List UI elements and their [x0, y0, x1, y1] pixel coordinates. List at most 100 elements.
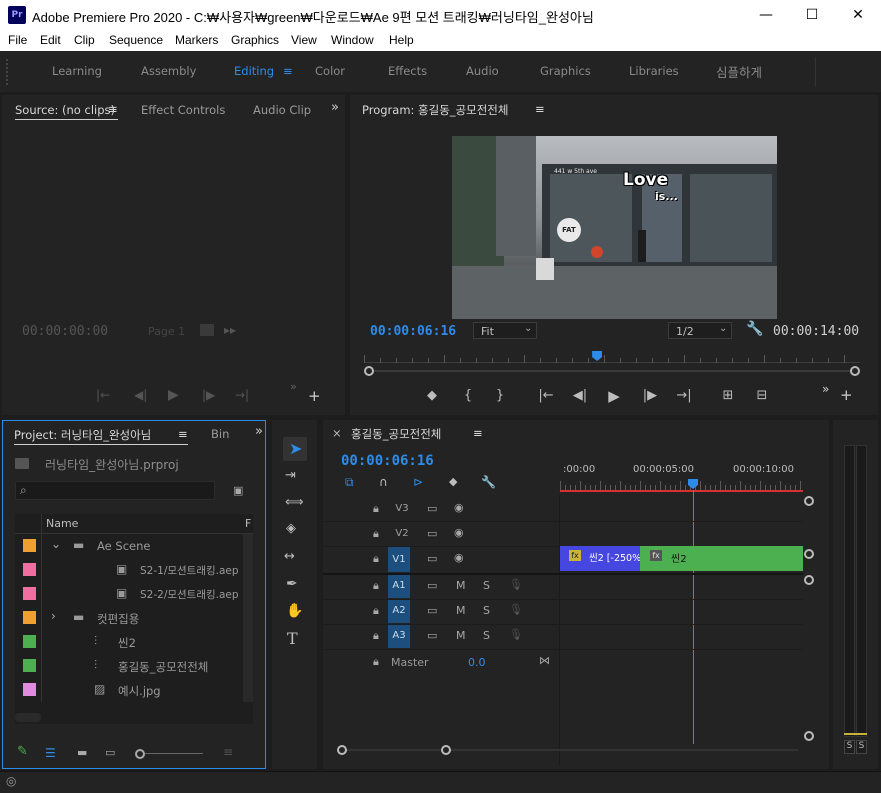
step-forward-icon[interactable]: |▶	[202, 388, 215, 402]
pen-tool-icon[interactable]: ✒	[286, 576, 298, 592]
mute-button[interactable]: M	[456, 579, 466, 592]
menu-help[interactable]: Help	[389, 33, 414, 47]
program-tab-menu-icon[interactable]: ≡	[535, 102, 545, 116]
tab-effect-controls[interactable]: Effect Controls	[141, 103, 225, 117]
step-back-icon[interactable]: ◀|	[570, 388, 590, 403]
add-marker-icon[interactable]: ◆	[422, 388, 442, 403]
hscroll-handle-left[interactable]	[337, 745, 347, 755]
track-label-v3[interactable]: V3	[391, 498, 413, 520]
label-color-swatch[interactable]	[23, 587, 36, 600]
lock-icon[interactable]: 🔒︎	[373, 579, 379, 593]
creative-cloud-icon[interactable]: ◎	[6, 774, 16, 788]
track-label-v2[interactable]: V2	[391, 523, 413, 545]
film-icon[interactable]: ▭	[427, 579, 437, 592]
source-overflow-button[interactable]: »	[290, 380, 297, 393]
project-item[interactable]: ▨ 예시.jpg	[17, 678, 253, 702]
page-stepper[interactable]	[200, 324, 214, 336]
program-time-ruler[interactable]	[364, 353, 860, 363]
project-search-input[interactable]: ⌕	[15, 481, 215, 500]
snap-icon[interactable]: ∩	[379, 475, 388, 489]
workspace-effects[interactable]: Effects	[388, 64, 427, 78]
film-icon[interactable]: ▭	[427, 502, 437, 515]
new-search-bin-icon[interactable]: ▣	[233, 484, 243, 497]
close-button[interactable]: ✕	[835, 0, 881, 30]
drag-grip[interactable]	[6, 59, 8, 85]
lock-icon[interactable]: 🔒︎	[373, 527, 379, 541]
track-target-v1[interactable]: V1	[388, 547, 410, 572]
project-item[interactable]: ⌄ ▬ Ae Scene	[17, 534, 253, 558]
program-current-timecode[interactable]: 00:00:06:16	[370, 324, 456, 339]
tab-bin[interactable]: Bin	[211, 427, 229, 441]
solo-button[interactable]: S	[483, 604, 490, 617]
film-icon[interactable]: ▭	[427, 629, 437, 642]
label-color-swatch[interactable]	[23, 563, 36, 576]
column-f[interactable]: F	[245, 517, 251, 530]
fit-dropdown[interactable]: Fit ⌄	[473, 322, 537, 339]
slip-tool-icon[interactable]: ↔	[284, 549, 295, 564]
label-color-swatch[interactable]	[23, 659, 36, 672]
label-color-swatch[interactable]	[23, 611, 36, 624]
film-icon[interactable]: ▭	[427, 552, 437, 565]
razor-tool-icon[interactable]: ◈	[286, 521, 296, 536]
track-target-a1[interactable]: A1	[388, 574, 410, 598]
workspace-audio[interactable]: Audio	[466, 64, 499, 78]
project-item[interactable]: ▣ S2-1/모션트래킹.aep	[17, 558, 253, 582]
type-tool-icon[interactable]: T	[287, 629, 298, 648]
ripple-edit-tool-icon[interactable]: ⟺	[285, 495, 304, 510]
workspace-learning[interactable]: Learning	[52, 64, 102, 78]
vscroll-handle-mid[interactable]	[804, 549, 814, 559]
eye-icon[interactable]: ◉	[454, 501, 464, 514]
tab-audio-clip[interactable]: Audio Clip	[253, 103, 311, 117]
freeform-view-icon[interactable]: ▭	[105, 746, 115, 759]
track-target-a2[interactable]: A2	[388, 599, 410, 623]
menu-view[interactable]: View	[291, 33, 317, 47]
resolution-dropdown[interactable]: 1/2 ⌄	[668, 322, 732, 339]
lock-icon[interactable]: 🔒︎	[373, 502, 379, 516]
tab-source[interactable]: Source: (no clips)	[15, 103, 115, 117]
add-marker-icon[interactable]: ◆	[449, 475, 457, 488]
workspace-custom[interactable]: 심플하게	[716, 62, 762, 81]
panel-overflow-icon[interactable]: »	[331, 100, 339, 115]
timeline-settings-wrench-icon[interactable]: 🔧	[481, 475, 496, 489]
mute-button[interactable]: M	[456, 604, 466, 617]
icon-view-icon[interactable]: ▬	[77, 746, 87, 759]
project-overflow-icon[interactable]: »	[255, 424, 263, 439]
column-name[interactable]: Name	[46, 517, 78, 530]
zoom-slider-handle[interactable]	[135, 749, 145, 759]
mic-icon[interactable]: 🎙︎	[509, 578, 523, 591]
hand-tool-icon[interactable]: ✋	[286, 603, 303, 619]
video-frame[interactable]: 441 w 5th ave FAT Love is...	[452, 136, 777, 319]
clip-v1-scene2[interactable]: fx 씬2	[640, 546, 803, 571]
menu-file[interactable]: File	[8, 33, 27, 47]
workspace-menu-icon[interactable]: ≡	[283, 64, 293, 78]
minimize-button[interactable]: —	[743, 0, 789, 30]
vscroll-handle-bottom[interactable]	[804, 731, 814, 741]
project-item[interactable]: ⫶ 홍길동_공모전전체	[17, 654, 253, 678]
mute-button[interactable]: M	[456, 629, 466, 642]
bowtie-icon[interactable]: ⋈	[539, 654, 550, 667]
play-icon[interactable]: ▶	[604, 387, 624, 405]
nest-sequence-icon[interactable]: ⧉	[345, 475, 354, 490]
solo-button[interactable]: S	[483, 629, 490, 642]
program-overflow-icon[interactable]: »	[822, 382, 829, 396]
list-view-icon[interactable]: ☰	[45, 746, 56, 760]
close-tab-icon[interactable]: ×	[332, 426, 342, 440]
track-target-a3[interactable]: A3	[388, 624, 410, 648]
program-add-button-icon[interactable]: +	[840, 386, 853, 404]
lift-icon[interactable]: ⊞	[718, 388, 738, 403]
mark-in-icon[interactable]: |←	[96, 388, 110, 402]
maximize-button[interactable]: ☐	[789, 0, 835, 30]
label-color-swatch[interactable]	[23, 539, 36, 552]
wrench-icon[interactable]: 🔧	[746, 321, 763, 337]
step-back-icon[interactable]: ◀|	[134, 388, 147, 402]
source-timecode[interactable]: 00:00:00:00	[22, 324, 108, 339]
lock-icon[interactable]: 🔒︎	[373, 629, 379, 643]
eye-icon[interactable]: ◉	[454, 526, 464, 539]
go-to-in-icon[interactable]: |←	[536, 388, 556, 403]
solo-button[interactable]: S	[483, 579, 490, 592]
selection-tool-icon[interactable]: ➤	[289, 439, 302, 458]
workspace-graphics[interactable]: Graphics	[540, 64, 591, 78]
sequence-tab[interactable]: 홍길동_공모전전체	[351, 426, 441, 442]
lock-icon[interactable]: 🔒︎	[373, 552, 379, 566]
project-tab-menu-icon[interactable]: ≡	[178, 427, 188, 441]
